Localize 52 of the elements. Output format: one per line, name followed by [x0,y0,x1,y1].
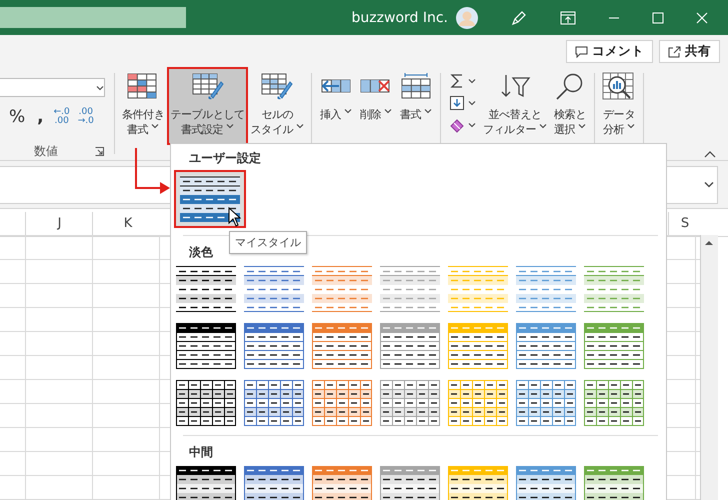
caret-icon [344,108,352,114]
expand-formula-icon[interactable] [704,181,714,188]
eraser-icon[interactable] [449,117,466,133]
caret-icon [627,123,636,129]
caret-icon [468,78,476,84]
ribbon-button[interactable]: 条件付き 書式 [119,67,168,145]
maximize-icon[interactable] [652,12,664,24]
column-header[interactable]: K [92,212,163,236]
tooltip: マイスタイル [229,231,307,254]
search-field[interactable] [0,7,186,28]
caret-icon [424,108,432,114]
share-button[interactable]: 共有 [659,40,720,63]
caret-icon [539,123,548,129]
ribbon-button[interactable]: データ 分析 [599,67,640,145]
mouse-pointer-icon [228,207,241,227]
share-icon [668,46,681,58]
fill-down-icon[interactable] [449,95,466,111]
cell-brush-icon [260,72,294,100]
avatar-icon[interactable] [456,6,478,28]
comma-button[interactable]: , [34,106,47,127]
comment-button[interactable]: コメント [566,40,653,63]
section-heading: ユーザー設定 [189,150,261,166]
ribbon-display-icon[interactable] [560,10,576,24]
column-header[interactable]: J [25,212,93,236]
pen-icon[interactable] [510,8,528,26]
account-name: buzzword Inc. [352,10,448,26]
ribbon-button[interactable]: 検索と 選択 [550,67,590,145]
caret-icon [578,123,586,129]
annotation-arrow [133,148,171,194]
section-heading: 中間 [189,444,213,460]
dialog-launcher-icon[interactable] [95,147,104,156]
caret-icon [96,84,104,91]
caret-icon [296,123,304,129]
ribbon-button[interactable]: テーブルとして 書式設定 [167,67,248,145]
ribbon-button[interactable]: 並べ替えと フィルター [480,67,550,145]
group-label: 数値 [34,143,58,160]
caret-icon [468,100,476,106]
close-icon[interactable] [696,12,708,24]
decrease-decimal-button[interactable]: .00 →.0 [76,106,95,127]
percent-button[interactable]: % [6,106,28,127]
comment-icon [575,46,588,58]
row-height-icon [399,72,434,100]
caret-icon [384,108,392,114]
collapse-ribbon-icon[interactable] [704,150,716,158]
caret-icon [151,123,160,129]
increase-decimal-button[interactable]: ←.0 .00 [52,106,71,127]
table-style-button[interactable] [174,170,246,228]
table-brush-icon [190,72,224,100]
section-heading: 淡色 [189,244,213,260]
caret-icon [468,122,476,128]
data-analysis-icon [602,72,636,100]
caret-icon [226,123,234,129]
